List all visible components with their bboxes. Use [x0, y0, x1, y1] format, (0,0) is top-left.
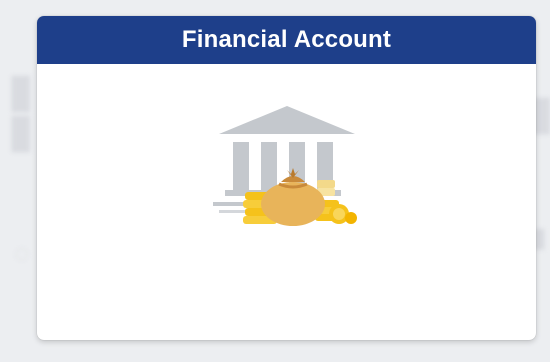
tile-body: [37, 64, 536, 340]
bank-money-icon: [213, 106, 357, 226]
financial-account-tile[interactable]: Financial Account: [37, 16, 536, 340]
background-blur: ▮ ▮: [8, 64, 34, 156]
background-blur: ◌: [14, 238, 30, 268]
tile-header: Financial Account: [37, 16, 536, 64]
tile-title: Financial Account: [181, 26, 392, 53]
